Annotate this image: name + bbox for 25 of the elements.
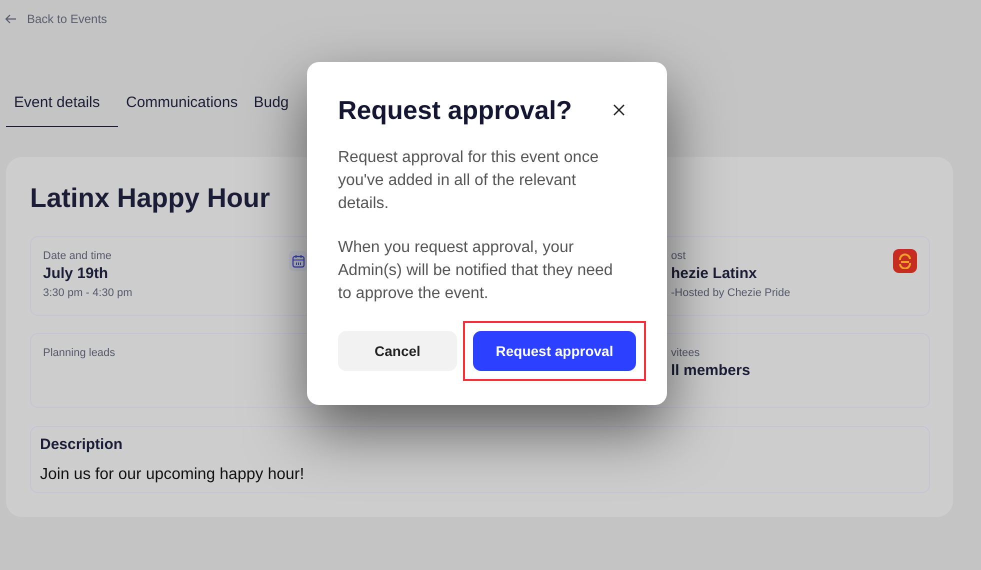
field-label: ost (671, 249, 686, 263)
calendar-icon (289, 251, 307, 271)
field-label: Planning leads (43, 346, 116, 360)
back-link[interactable]: Back to Events (5, 10, 108, 28)
field-label: vitees (671, 346, 700, 360)
field-value: hezie Latinx (671, 264, 757, 284)
field-detail: -Hosted by Chezie Pride (671, 286, 790, 301)
dialog-text: Request approval for this event once you've added in all of the relevant details. (338, 148, 600, 214)
description-label: Description (40, 436, 123, 454)
tab[interactable]: Event details (6, 91, 118, 127)
event-title: Latinx Happy Hour (30, 182, 270, 215)
dialog-text: When you request approval, your Admin(s) will be notified that they need to approve the event. (338, 238, 614, 304)
host-logo-icon (893, 249, 917, 273)
tab[interactable]: Budg (246, 91, 297, 127)
field-detail: 3:30 pm - 4:30 pm (43, 286, 132, 301)
close-icon[interactable] (611, 102, 627, 118)
field-label: Date and time (43, 249, 112, 263)
field-value: July 19th (43, 264, 108, 284)
dialog-title: Request approval? (338, 94, 572, 127)
field-value: ll members (671, 361, 750, 381)
request-approval-button[interactable]: Request approval (473, 331, 636, 371)
cancel-button[interactable]: Cancel (338, 331, 457, 371)
back-arrow-icon (5, 14, 17, 24)
description-text: Join us for our upcoming happy hour! (40, 465, 304, 485)
tab[interactable]: Communications (118, 91, 246, 127)
